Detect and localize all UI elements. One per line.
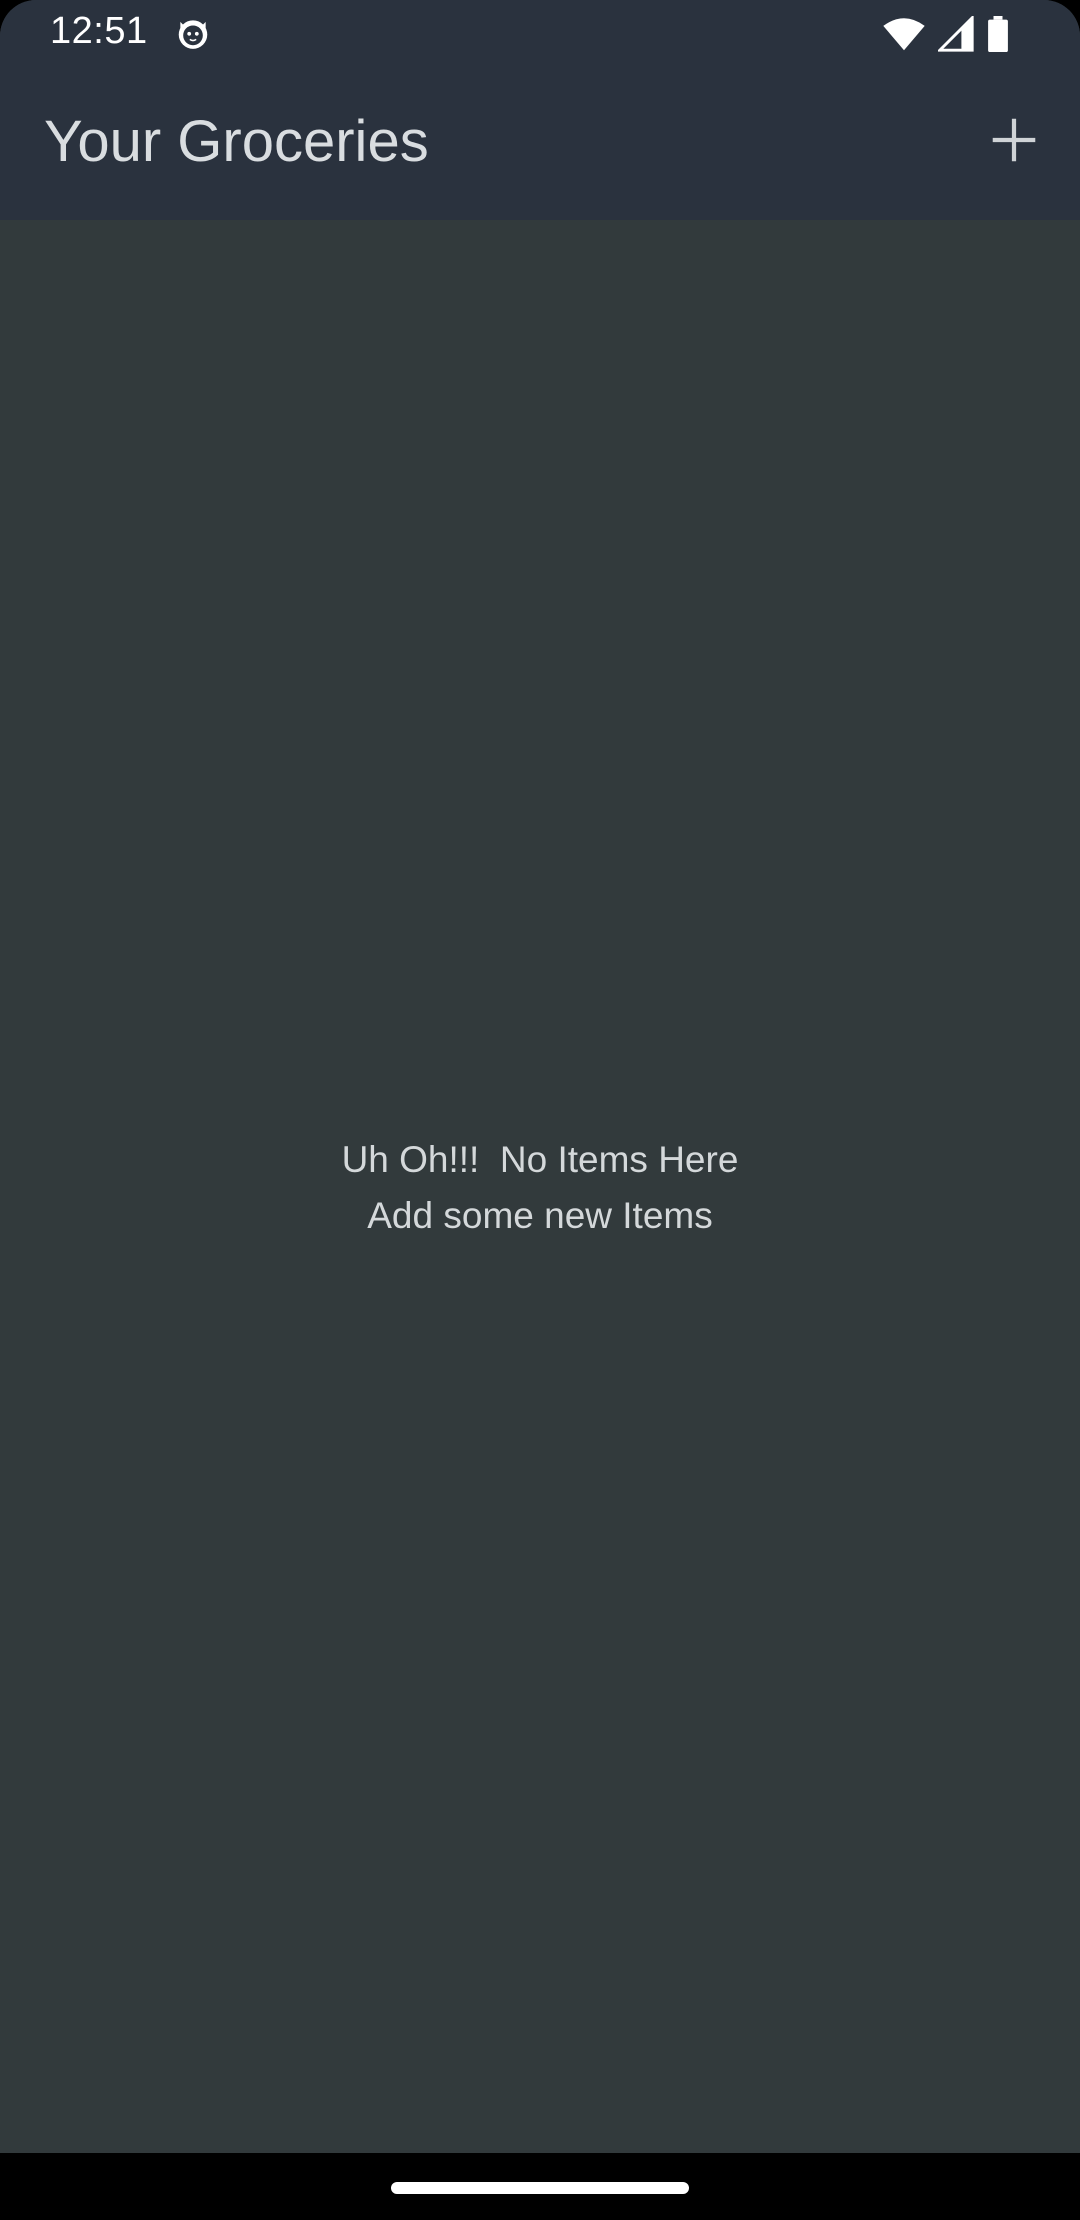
plus-icon: [992, 118, 1036, 162]
cat-face-icon: [178, 20, 208, 49]
empty-state-message: Uh Oh!!! No Items Here Add some new Item…: [0, 1132, 1080, 1244]
grocery-list-area: Uh Oh!!! No Items Here Add some new Item…: [0, 220, 1080, 2153]
status-time: 12:51: [50, 10, 148, 52]
cellular-signal-icon: [938, 16, 974, 52]
app-screen: 12:51 Your Groceries Uh Oh!!! No Items H…: [0, 0, 1080, 2220]
status-bar: 12:51: [0, 0, 1080, 68]
empty-state-title: Uh Oh!!! No Items Here: [341, 1139, 739, 1180]
empty-state-subtitle: Add some new Items: [367, 1195, 713, 1236]
top-area: 12:51 Your Groceries: [0, 0, 1080, 220]
home-gesture-handle[interactable]: [391, 2182, 689, 2194]
status-icons: [882, 14, 1010, 54]
add-item-button[interactable]: [978, 104, 1050, 176]
page-title: Your Groceries: [44, 109, 429, 174]
system-navigation-bar: [0, 2153, 1080, 2220]
wifi-icon: [883, 18, 925, 51]
battery-icon: [988, 16, 1008, 52]
app-bar: Your Groceries: [0, 68, 1080, 220]
